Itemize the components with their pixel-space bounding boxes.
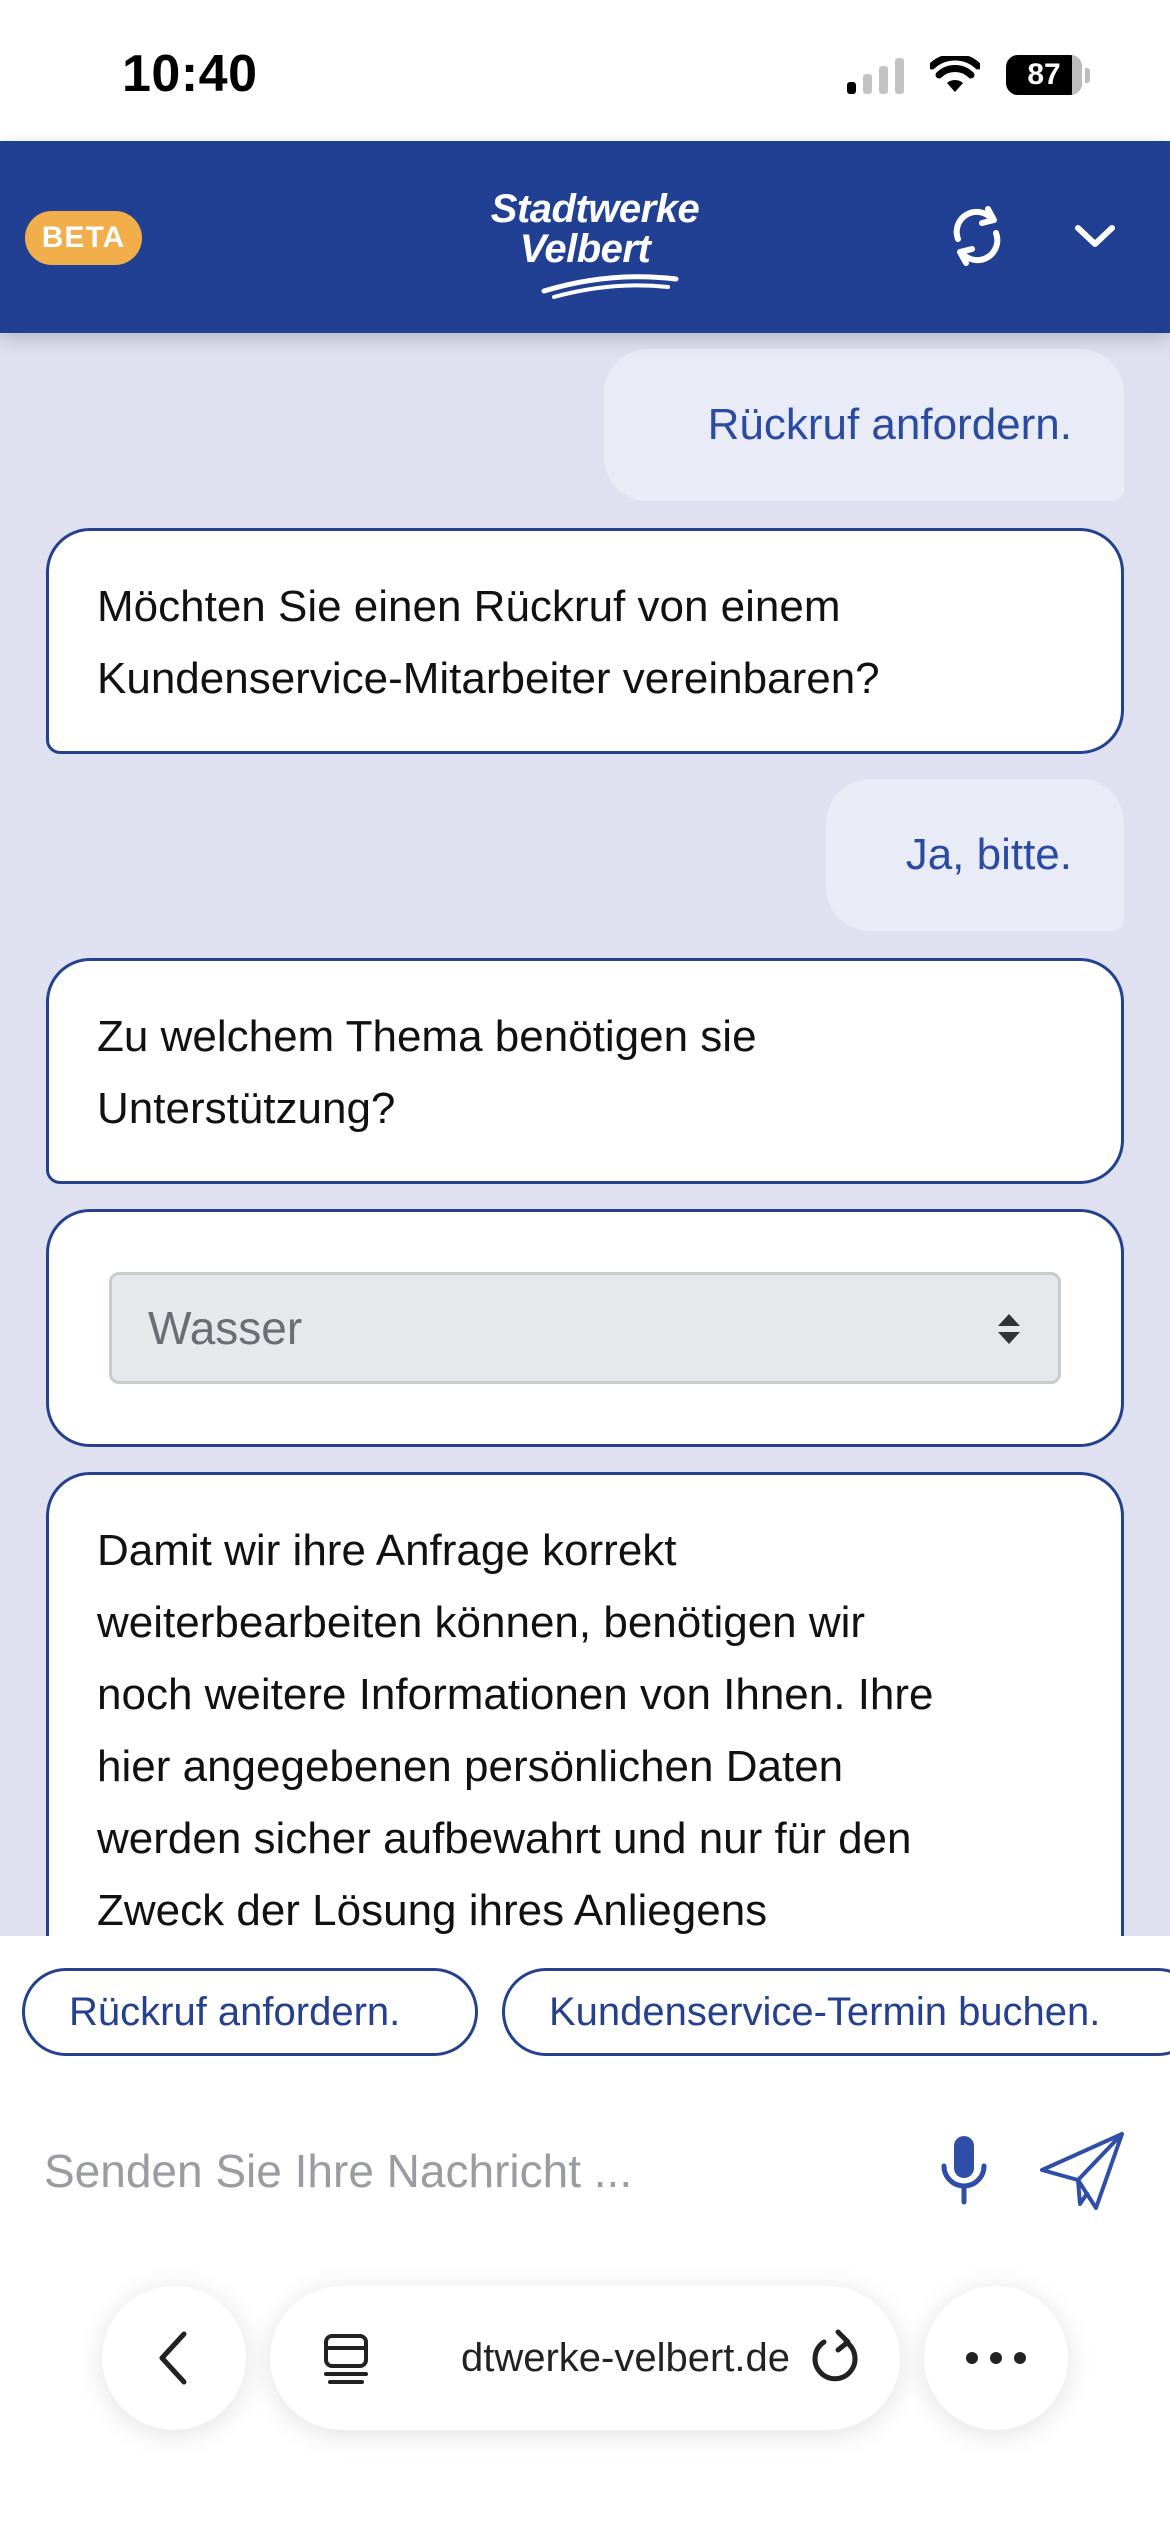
battery-icon: 87 [1006,55,1090,95]
bot-message: Möchten Sie einen Rückruf von einem Kund… [46,528,1124,754]
user-message: Ja, bitte. [826,779,1124,931]
tabs-icon [324,2334,368,2384]
more-icon [966,2352,1026,2364]
topic-select-card: Wasser [46,1209,1124,1447]
quick-reply-appointment[interactable]: Kundenservice-Termin buchen. [502,1968,1170,2056]
chat-area[interactable]: Rückruf anfordern. Möchten Sie einen Rüc… [0,333,1170,1936]
beta-badge: BETA [25,211,142,265]
message-composer [0,2066,1170,2256]
message-line: Möchten Sie einen Rückruf von einem [97,582,841,631]
message-line: noch weitere Informationen von Ihnen. Ih… [97,1670,934,1719]
message-line: hier angegebenen persönlichen Daten [97,1742,844,1791]
more-button[interactable] [924,2286,1068,2430]
topic-select-value: Wasser [148,1302,303,1354]
bot-message: Zu welchem Thema benötigen sie Unterstüt… [46,958,1124,1184]
browser-toolbar: dtwerke-velbert.de [0,2256,1170,2532]
message-text: Rückruf anfordern. [707,400,1072,449]
quick-reply-callback[interactable]: Rückruf anfordern. [22,1968,478,2056]
message-line: Zweck der Lösung ihres Anliegens [97,1886,768,1935]
message-line: werden sicher aufbewahrt und nur für den [97,1814,912,1863]
address-bar[interactable]: dtwerke-velbert.de [270,2286,900,2430]
refresh-icon[interactable] [944,203,1010,269]
select-arrows-icon [998,1314,1020,1344]
bot-message: Damit wir ihre Anfrage korrekt weiterbea… [46,1472,1124,1936]
back-button[interactable] [102,2286,246,2430]
logo-line-2: Velbert [519,227,651,271]
topic-select[interactable]: Wasser [109,1272,1061,1384]
wifi-icon [930,56,980,92]
message-line: Kundenservice-Mitarbeiter vereinbaren? [97,654,880,703]
message-input[interactable] [44,2126,904,2216]
user-message: Rückruf anfordern. [604,349,1124,501]
logo-line-1: Stadtwerke [490,187,700,231]
quick-replies: Rückruf anfordern. Kundenservice-Termin … [0,1936,1170,2066]
url-text: dtwerke-velbert.de [460,2335,790,2380]
status-bar: 10:40 87 [0,0,1170,141]
logo-swoosh-icon [541,274,679,299]
reload-icon[interactable] [806,2328,864,2388]
cellular-signal-icon [847,56,904,94]
chevron-down-icon[interactable] [1070,211,1120,261]
message-text: Ja, bitte. [905,830,1072,879]
app-header: BETA Stadtwerke Velbert [0,141,1170,333]
paper-plane-icon[interactable] [1036,2126,1128,2216]
logo: Stadtwerke Velbert [470,189,720,269]
message-line: weiterbearbeiten können, benötigen wir [97,1598,866,1647]
message-line: Damit wir ihre Anfrage korrekt [97,1526,677,1575]
battery-level: 87 [1027,58,1061,91]
message-line: Zu welchem Thema benötigen sie [97,1012,757,1061]
status-time: 10:40 [122,45,258,103]
status-icons: 87 [847,52,1090,98]
chevron-left-icon [159,2331,187,2385]
message-line: Unterstützung? [97,1084,396,1133]
microphone-icon[interactable] [934,2132,994,2210]
